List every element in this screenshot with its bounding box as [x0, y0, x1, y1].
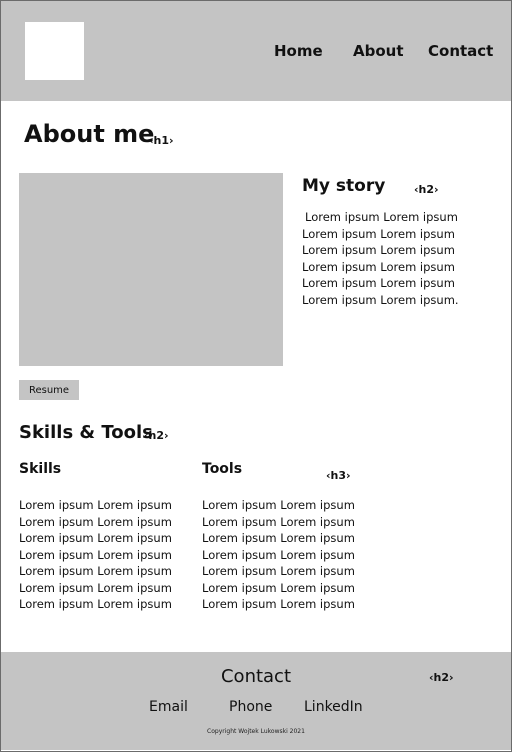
tools-list-item: Lorem ipsum Lorem ipsum: [202, 531, 355, 545]
tools-subheading: Tools: [202, 461, 243, 477]
skills-list-item: Lorem ipsum Lorem ipsum: [19, 547, 172, 562]
skills-list-item: Lorem ipsum Lorem ipsum: [19, 514, 172, 529]
tools-list-item: Lorem ipsum Lorem ipsum: [202, 514, 355, 529]
page-frame: [0, 0, 512, 752]
resume-button[interactable]: Resume: [19, 380, 79, 400]
tools-list-item: Lorem ipsum Lorem ipsum: [202, 597, 355, 611]
site-footer: Contact ‹h2› Email Phone LinkedIn Copyri…: [1, 652, 511, 750]
story-line: Lorem ipsum Lorem ipsum: [302, 243, 455, 257]
story-text: Lorem ipsum Lorem ipsum Lorem ipsum Lore…: [302, 209, 502, 308]
nav-contact-link[interactable]: Contact: [428, 42, 493, 60]
footer-h2-tag-annotation: ‹h2›: [429, 671, 454, 684]
tools-list-item: Lorem ipsum Lorem ipsum: [202, 580, 355, 595]
story-line: Lorem ipsum Lorem ipsum: [302, 259, 455, 274]
skills-h2-tag-annotation: ‹h2›: [144, 429, 169, 442]
footer-phone-link[interactable]: Phone: [229, 699, 272, 715]
skills-tools-heading: Skills & Tools: [19, 422, 153, 443]
photo-placeholder: [19, 173, 283, 366]
footer-email-link[interactable]: Email: [149, 699, 188, 715]
skills-subheading: Skills: [19, 461, 62, 477]
tools-list-item: Lorem ipsum Lorem ipsum: [202, 547, 355, 562]
copyright-text: Copyright Wojtek Lukowski 2021: [207, 728, 305, 735]
logo-placeholder[interactable]: [25, 22, 84, 80]
story-line: Lorem ipsum Lorem ipsum: [302, 226, 455, 241]
story-h2-tag-annotation: ‹h2›: [414, 183, 439, 196]
footer-linkedin-link[interactable]: LinkedIn: [304, 699, 363, 715]
nav-home-link[interactable]: Home: [274, 42, 323, 60]
skills-list-item: Lorem ipsum Lorem ipsum: [19, 531, 172, 545]
skills-list-item: Lorem ipsum Lorem ipsum: [19, 498, 172, 512]
skills-list-item: Lorem ipsum Lorem ipsum: [19, 597, 172, 611]
skills-list-item: Lorem ipsum Lorem ipsum: [19, 564, 172, 578]
story-heading: My story: [302, 176, 386, 196]
skills-list-item: Lorem ipsum Lorem ipsum: [19, 580, 172, 595]
page-title: About me: [24, 120, 155, 148]
site-header: Home About Contact: [1, 1, 511, 101]
tools-list: Lorem ipsum Lorem ipsum Lorem ipsum Lore…: [202, 497, 355, 613]
h1-tag-annotation: ‹h1›: [149, 134, 174, 147]
story-line: Lorem ipsum Lorem ipsum.: [302, 292, 459, 307]
tools-list-item: Lorem ipsum Lorem ipsum: [202, 498, 355, 512]
tools-list-item: Lorem ipsum Lorem ipsum: [202, 564, 355, 578]
skills-list: Lorem ipsum Lorem ipsum Lorem ipsum Lore…: [19, 497, 172, 613]
story-line: Lorem ipsum Lorem ipsum: [302, 276, 455, 290]
story-line: Lorem ipsum Lorem ipsum: [305, 210, 458, 224]
nav-about-link[interactable]: About: [353, 42, 404, 60]
h3-tag-annotation: ‹h3›: [326, 469, 351, 482]
